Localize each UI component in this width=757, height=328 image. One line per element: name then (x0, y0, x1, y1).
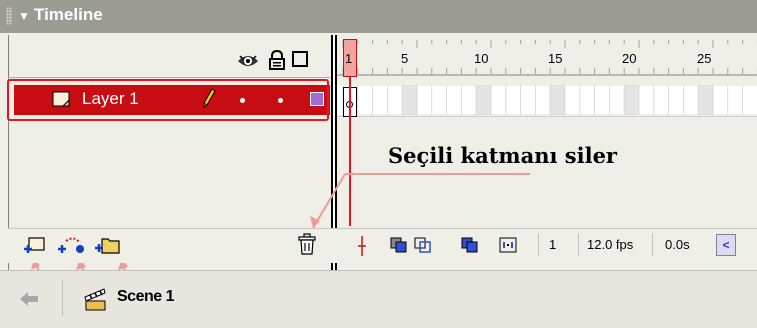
clapper-icon (84, 288, 106, 311)
frame-rate-readout[interactable]: 12.0 fps (578, 234, 642, 256)
elapsed-time-readout: 0.0s (652, 234, 704, 256)
modify-onion-markers-icon[interactable] (498, 236, 518, 254)
scene-bar (0, 270, 757, 328)
center-frame-icon[interactable] (355, 235, 369, 257)
insert-layer-folder-icon[interactable] (93, 234, 121, 256)
trash-icon[interactable] (297, 233, 317, 255)
insert-layer-icon[interactable] (22, 235, 46, 257)
scene-name[interactable]: Scene 1 (117, 288, 174, 306)
add-motion-guide-icon[interactable] (56, 235, 86, 257)
current-frame-readout: 1 (538, 234, 568, 256)
onion-skin-icon[interactable] (389, 236, 409, 254)
scroll-left-button[interactable]: < (716, 234, 736, 256)
scene-bar-divider (62, 280, 63, 316)
edit-multiple-frames-icon[interactable] (460, 236, 480, 254)
back-arrow-icon[interactable] (18, 290, 40, 308)
onion-skin-outlines-icon[interactable] (413, 236, 433, 254)
